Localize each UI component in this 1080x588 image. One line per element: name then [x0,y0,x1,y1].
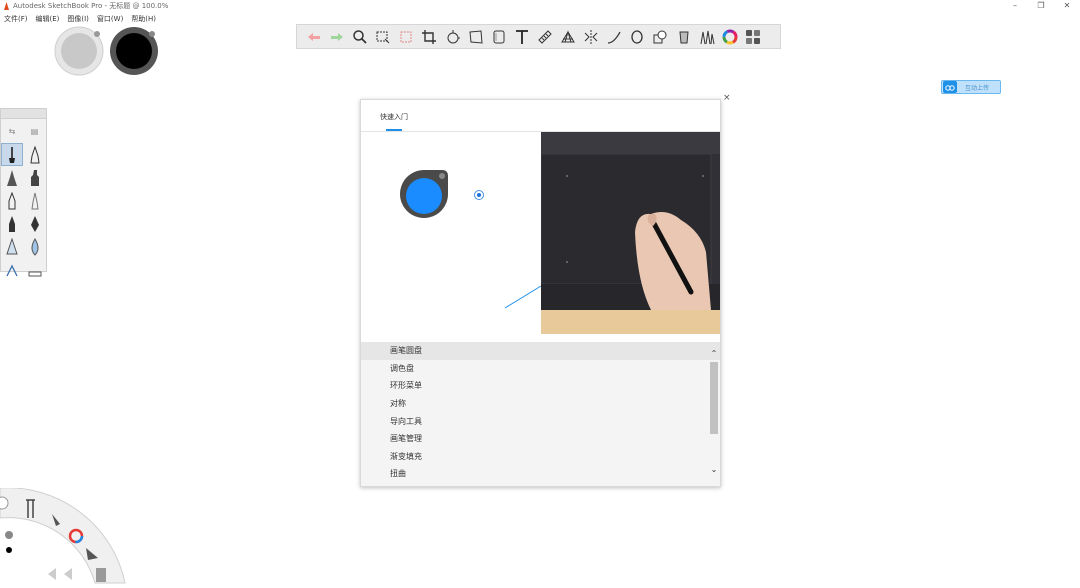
undo-icon[interactable] [303,26,325,48]
eraser-brush-icon[interactable] [24,258,46,281]
marker-brush-icon[interactable] [1,166,23,189]
symmetry-icon[interactable] [580,26,602,48]
perspective-icon[interactable] [557,26,579,48]
copic-library-icon[interactable] [742,26,764,48]
brush-palette-header[interactable] [1,109,46,119]
nib-brush-icon[interactable] [24,212,46,235]
ballpoint-pen-brush-icon[interactable] [24,143,46,166]
scroll-thumb[interactable] [710,362,718,434]
brush-library-icon[interactable] [696,26,718,48]
list-item[interactable]: 扭曲 [361,465,720,483]
redo-icon[interactable] [326,26,348,48]
scroll-up-icon[interactable]: ⌃ [710,348,718,360]
text-icon[interactable] [511,26,533,48]
tablet-photo [541,132,720,334]
tutorial-illustration [361,132,542,334]
brush-list-tab[interactable]: ▤ [31,127,39,136]
blue-color-puck-icon [400,170,448,218]
close-window-button[interactable]: ✕ [1052,0,1080,12]
ellipse-icon[interactable] [626,26,648,48]
list-item[interactable]: 环形菜单 [361,377,720,395]
fill-icon[interactable] [673,26,695,48]
menu-edit[interactable]: 编辑(E) [32,12,64,24]
list-item[interactable]: 对称 [361,395,720,413]
list-item[interactable]: 导向工具 [361,412,720,430]
menu-bar: 文件(F) 编辑(E) 图像(I) 窗口(W) 帮助(H) [0,12,160,24]
brush-swap-tab[interactable]: ⇆ [9,127,16,136]
menu-window[interactable]: 窗口(W) [93,12,127,24]
select-icon[interactable] [372,26,394,48]
primary-color-puck[interactable] [108,26,160,76]
main-toolbar [296,24,781,49]
ruler-icon[interactable] [534,26,556,48]
water-drop-brush-icon[interactable] [24,235,46,258]
scroll-down-icon[interactable]: ⌄ [710,464,718,476]
ink-pen-brush-icon[interactable] [1,212,23,235]
list-item[interactable]: 渐变填充 [361,448,720,466]
list-item[interactable]: 画笔管理 [361,430,720,448]
secondary-color-puck[interactable] [53,26,105,76]
lasso-select-icon[interactable] [395,26,417,48]
list-scrollbar[interactable]: ⌃ ⌄ [710,348,718,476]
app-logo-icon [4,2,9,10]
text-brush-icon[interactable] [1,258,23,281]
pen-brush-icon[interactable] [1,189,23,212]
paint-brush-icon[interactable] [1,235,23,258]
airbrush-brush-icon[interactable] [24,189,46,212]
curve-icon[interactable] [603,26,625,48]
menu-image[interactable]: 图像(I) [63,12,93,24]
distort-icon[interactable] [465,26,487,48]
title-bar: Autodesk SketchBook Pro - 无标题 @ 100.0% –… [0,0,1080,12]
brush-palette: ⇆ ▤ [0,108,47,276]
crop-icon[interactable] [418,26,440,48]
window-title: Autodesk SketchBook Pro - 无标题 @ 100.0% [13,2,169,10]
upload-button-label: 互动上传 [965,84,990,92]
cloud-upload-icon [943,81,957,93]
feature-list: 画笔圆盘 调色盘 环形菜单 对称 导向工具 画笔管理 渐变填充 扭曲 ⌃ ⌄ [361,342,720,486]
pencil-brush-icon[interactable] [1,143,23,166]
shape-icon[interactable] [649,26,671,48]
menu-file[interactable]: 文件(F) [0,12,32,24]
transform-icon[interactable] [442,26,464,48]
dialog-tab-bar: 快速入门 [361,100,720,132]
upload-button[interactable]: 互动上传 [941,80,1001,94]
layer-icon[interactable] [488,26,510,48]
active-tab-indicator [386,129,402,131]
list-item[interactable]: 调色盘 [361,360,720,378]
felt-pen-brush-icon[interactable] [24,166,46,189]
zoom-icon[interactable] [349,26,371,48]
tab-quick-start[interactable]: 快速入门 [380,112,408,122]
quick-start-dialog: 快速入门 画笔圆盘 调色盘 环形菜单 对称 导向工具 画笔管理 渐变填充 扭曲 … [360,99,721,487]
color-sample-dot [474,190,484,200]
dialog-close-button[interactable]: × [723,93,731,103]
list-item[interactable]: 画笔圆盘 [361,342,720,360]
menu-help[interactable]: 帮助(H) [127,12,160,24]
pointer-line [504,285,542,309]
lagoon-radial-menu[interactable] [0,488,130,588]
color-wheel-icon[interactable] [719,26,741,48]
